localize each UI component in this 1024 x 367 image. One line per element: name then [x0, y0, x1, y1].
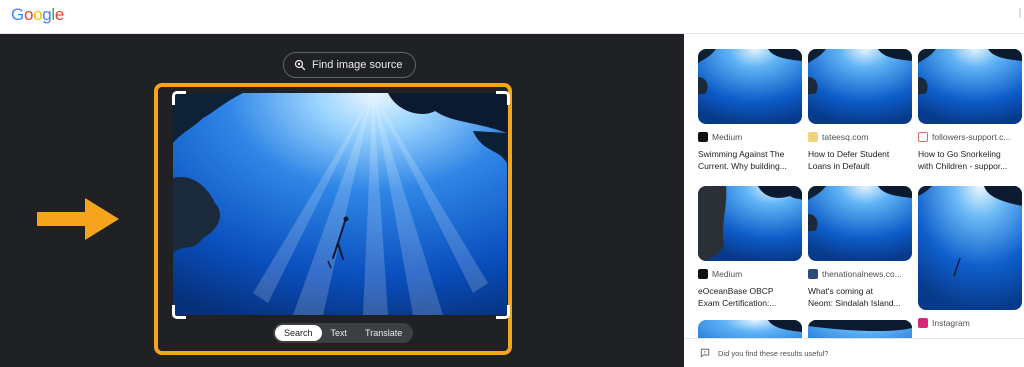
result-title[interactable]: How to Go Snorkeling with Children - supp…: [918, 148, 1022, 172]
lens-mode-tabs: Search Text Translate: [273, 323, 414, 343]
result-thumbnail[interactable]: [698, 186, 802, 261]
followers-support-icon: [918, 132, 928, 142]
result-source: Medium: [698, 132, 802, 142]
tateesq-icon: [808, 132, 818, 142]
result-card[interactable]: Instagram: [918, 186, 1022, 328]
result-card[interactable]: followers-support.c... How to Go Snorkel…: [918, 49, 1022, 172]
feedback-icon: [700, 348, 710, 358]
tab-translate[interactable]: Translate: [356, 325, 411, 341]
result-title-line: What's coming at: [808, 286, 873, 296]
result-title-line: How to Go Snorkeling: [918, 149, 1001, 159]
result-title[interactable]: Swimming Against The Current. Why buildin…: [698, 148, 802, 172]
result-source: followers-support.c...: [918, 132, 1022, 142]
result-title[interactable]: How to Defer Student Loans in Default: [808, 148, 912, 172]
result-title-line: Current. Why building...: [698, 161, 787, 171]
find-image-source-label: Find image source: [312, 59, 403, 71]
logo-letter: G: [11, 5, 24, 24]
result-title-line: Exam Certification:...: [698, 298, 777, 308]
crop-handle-bottom-left[interactable]: [172, 305, 186, 319]
result-source-name: tateesq.com: [822, 132, 869, 142]
top-bar: Google: [0, 0, 1024, 34]
result-title-line: How to Defer Student: [808, 149, 890, 159]
result-title[interactable]: What's coming at Neom: Sindalah Island...: [808, 285, 912, 309]
result-card[interactable]: Medium eOceanBase OBCP Exam Certification…: [698, 186, 802, 309]
result-source-name: Medium: [712, 132, 743, 142]
result-thumbnail[interactable]: [698, 49, 802, 124]
result-title[interactable]: eOceanBase OBCP Exam Certification:...: [698, 285, 802, 309]
logo-letter: o: [23, 5, 34, 24]
medium-icon: [698, 269, 708, 279]
result-source: tateesq.com: [808, 132, 912, 142]
lens-image-pane: Find image source Search Text Translate: [0, 34, 684, 367]
result-source-name: Medium: [712, 269, 743, 279]
result-title-line: Loans in Default: [808, 161, 870, 171]
crop-handle-top-right[interactable]: [496, 91, 510, 105]
find-image-source-button[interactable]: Find image source: [283, 52, 416, 78]
instagram-icon: [918, 318, 928, 328]
logo-letter: o: [33, 5, 43, 24]
tab-search[interactable]: Search: [275, 325, 322, 341]
underwater-photo[interactable]: [173, 93, 507, 315]
result-thumbnail[interactable]: [808, 186, 912, 261]
medium-icon: [698, 132, 708, 142]
feedback-label: Did you find these results useful?: [718, 348, 829, 358]
result-source-name: thenationalnews.co...: [822, 269, 902, 279]
result-card[interactable]: Medium Swimming Against The Current. Why …: [698, 49, 802, 172]
result-source: Instagram: [918, 318, 1022, 328]
result-title-line: Swimming Against The: [698, 149, 785, 159]
arrow-right-icon: [37, 198, 119, 240]
crop-handle-top-left[interactable]: [172, 91, 186, 105]
results-pane: Medium Swimming Against The Current. Why …: [684, 34, 1024, 367]
result-thumbnail[interactable]: [918, 186, 1022, 310]
result-source-name: followers-support.c...: [932, 132, 1011, 142]
result-card[interactable]: tateesq.com How to Defer Student Loans in…: [808, 49, 912, 172]
lens-search-icon: [294, 59, 306, 71]
result-source-name: Instagram: [932, 318, 970, 328]
result-thumbnail[interactable]: [808, 49, 912, 124]
result-source: thenationalnews.co...: [808, 269, 912, 279]
crop-handle-bottom-right[interactable]: [496, 305, 510, 319]
google-logo[interactable]: Google: [11, 5, 64, 25]
logo-letter: e: [54, 5, 65, 24]
result-source: Medium: [698, 269, 802, 279]
result-title-line: eOceanBase OBCP: [698, 286, 774, 296]
scrollbar-thumb[interactable]: [1019, 8, 1021, 18]
result-title-line: Neom: Sindalah Island...: [808, 298, 901, 308]
feedback-bar[interactable]: Did you find these results useful?: [684, 338, 1024, 367]
result-thumbnail[interactable]: [918, 49, 1022, 124]
tab-text[interactable]: Text: [322, 325, 357, 341]
result-title-line: with Children - suppor...: [918, 161, 1008, 171]
result-card[interactable]: thenationalnews.co... What's coming at Ne…: [808, 186, 912, 309]
thenationalnews-icon: [808, 269, 818, 279]
